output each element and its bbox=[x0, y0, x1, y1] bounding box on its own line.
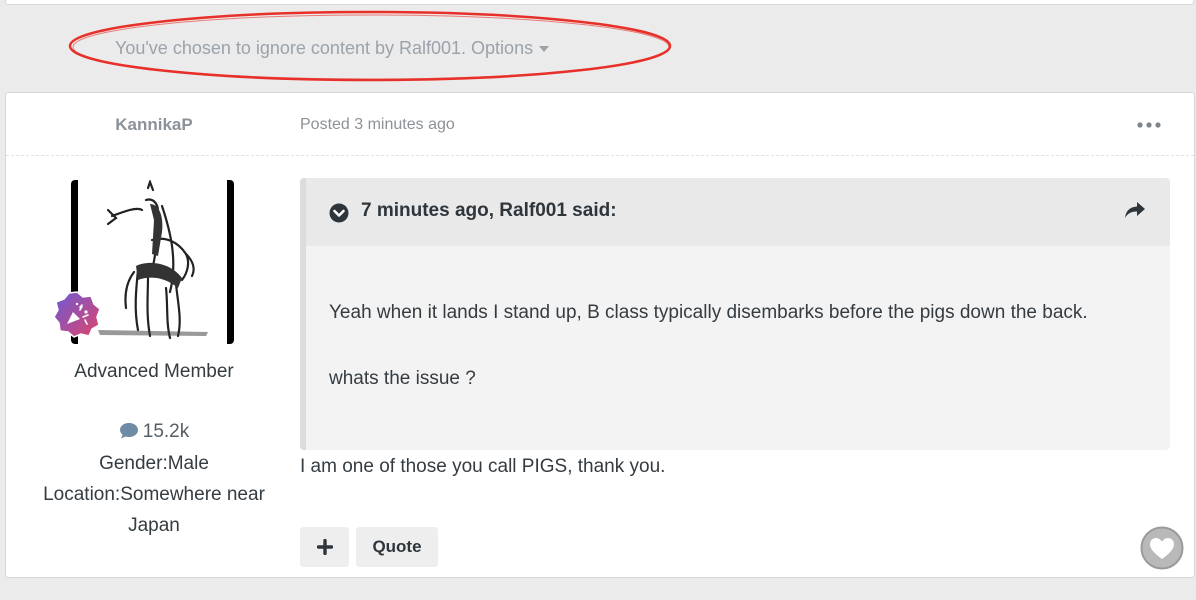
plus-icon bbox=[316, 539, 333, 555]
quote-header: 7 minutes ago, Ralf001 said: bbox=[306, 178, 1170, 246]
plus-button[interactable] bbox=[300, 527, 349, 567]
quote-paragraph: whats the issue ? bbox=[329, 368, 476, 389]
author-name-link[interactable]: KannikaP bbox=[6, 115, 302, 135]
share-arrow-icon[interactable] bbox=[1124, 201, 1146, 224]
ignore-options-link[interactable]: Options bbox=[471, 38, 550, 58]
ignore-options-label: Options bbox=[471, 38, 534, 58]
location-field: Location:Somewhere near bbox=[43, 484, 265, 505]
member-title: Advanced Member bbox=[74, 361, 234, 382]
post-count-value: 15.2k bbox=[142, 421, 190, 442]
rank-badge-icon bbox=[53, 290, 101, 343]
previous-post-card-edge bbox=[5, 0, 1194, 5]
quote-citation[interactable]: 7 minutes ago, Ralf001 said: bbox=[361, 200, 617, 222]
speech-bubble-icon bbox=[119, 423, 138, 439]
post-body-text: I am one of those you call PIGS, thank y… bbox=[300, 456, 666, 477]
ignore-notice-text: You've chosen to ignore content by Ralf0… bbox=[115, 38, 467, 58]
quote-paragraph: Yeah when it lands I stand up, B class t… bbox=[329, 302, 1088, 323]
heart-icon[interactable] bbox=[1140, 526, 1184, 575]
forum-post: KannikaP Posted 3 minutes ago Advanced M… bbox=[5, 92, 1195, 578]
quote-block: 7 minutes ago, Ralf001 said: Yeah when i… bbox=[300, 178, 1170, 450]
caret-down-icon bbox=[539, 46, 550, 53]
location-field-continued: Japan bbox=[128, 515, 180, 536]
ignored-content-notice: You've chosen to ignore content by Ralf0… bbox=[115, 34, 550, 62]
quote-body: Yeah when it lands I stand up, B class t… bbox=[329, 296, 1149, 395]
more-menu-icon[interactable] bbox=[1137, 115, 1161, 133]
quote-button[interactable]: Quote bbox=[356, 527, 438, 567]
post-count: 15.2k bbox=[6, 421, 302, 443]
chevron-circle-down-icon[interactable] bbox=[329, 203, 349, 228]
gender-field: Gender:Male bbox=[99, 453, 209, 474]
post-header: KannikaP Posted 3 minutes ago bbox=[6, 93, 1194, 156]
posted-timestamp[interactable]: Posted 3 minutes ago bbox=[300, 116, 455, 134]
